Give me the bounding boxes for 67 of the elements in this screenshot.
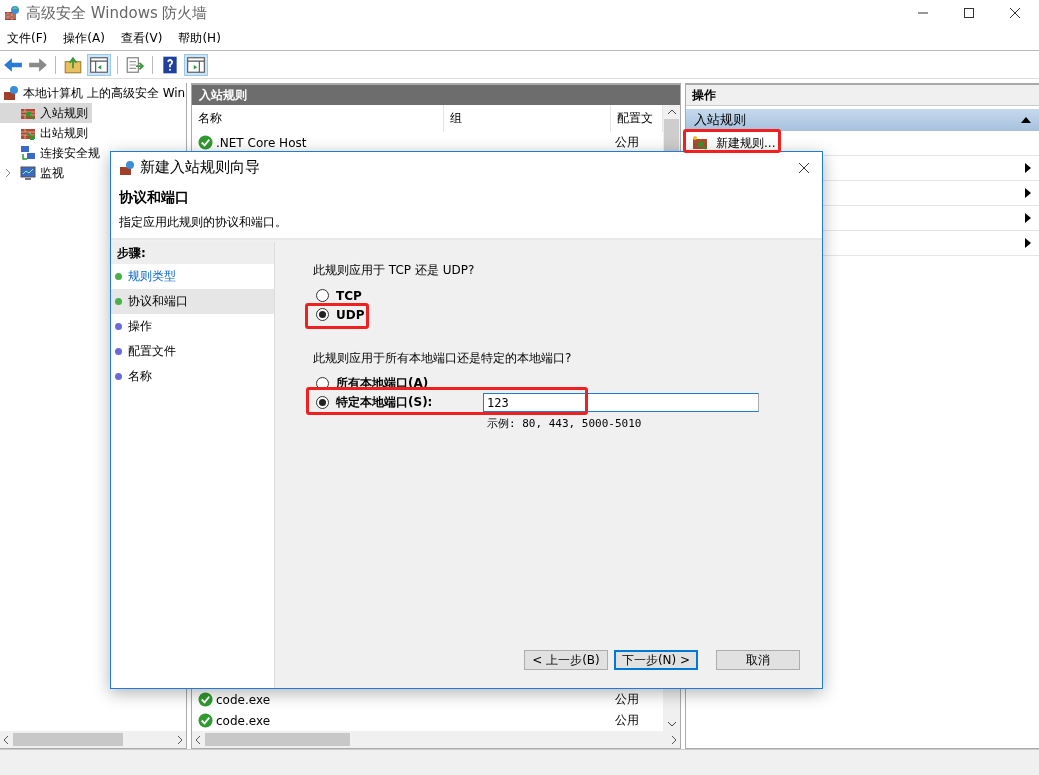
close-icon[interactable] — [798, 161, 810, 174]
radio-option[interactable]: TCP — [316, 286, 366, 305]
menu-item[interactable]: 文件(F) — [7, 29, 48, 47]
wizard-step: 配置文件 — [111, 339, 274, 364]
dialog-button[interactable]: 取消 — [716, 650, 800, 670]
table-cell: code.exe — [216, 713, 271, 728]
scroll-left-icon[interactable] — [195, 734, 201, 745]
scroll-right-icon[interactable] — [671, 734, 677, 745]
close-icon[interactable] — [1009, 7, 1021, 19]
pane-header: 操作 — [686, 85, 1039, 106]
window-title: 高级安全 Windows 防火墙 — [26, 3, 208, 23]
pane-toggle-icon[interactable] — [87, 53, 111, 76]
tree-item[interactable]: 本地计算机 上的高级安全 Win — [0, 83, 186, 103]
table-cell: code.exe — [216, 692, 271, 707]
dialog-heading: 协议和端口 — [119, 189, 190, 207]
export-list-icon[interactable] — [124, 54, 146, 75]
firewall-icon — [3, 85, 19, 101]
wizard-step: 操作 — [111, 314, 274, 339]
highlight-frame — [305, 303, 369, 329]
tree-item[interactable]: 入站规则 — [0, 103, 92, 123]
menu-item[interactable]: 查看(V) — [120, 29, 163, 47]
new-rule-icon — [692, 135, 708, 151]
scrollbar[interactable] — [192, 731, 680, 748]
tree-item[interactable]: 出站规则 — [0, 123, 88, 143]
wizard-step: 名称 — [111, 364, 274, 389]
maximize-icon[interactable] — [963, 7, 975, 19]
table-cell-text: 公用 — [614, 134, 640, 151]
table-cell-text: 公用 — [614, 712, 640, 729]
table-cell-text: 公用 — [614, 691, 640, 708]
port-input-field[interactable]: 123 — [483, 393, 759, 412]
expand-chevron-icon[interactable] — [4, 168, 12, 178]
radio-option[interactable]: 特定本地端口(S): — [316, 393, 483, 412]
column-header[interactable]: 组 — [444, 105, 611, 132]
action-group-header[interactable]: 入站规则 — [686, 109, 1039, 131]
table-cell: .NET Core Host — [216, 135, 307, 150]
scroll-up-icon[interactable] — [666, 109, 677, 115]
dialog-button[interactable]: < 上一步(B) — [524, 650, 608, 670]
radio-option[interactable]: UDP — [316, 305, 369, 324]
hint-text: 示例: 80, 443, 5000-5010 — [487, 416, 643, 431]
dialog-title: 新建入站规则向导 — [140, 158, 260, 177]
monitor-icon — [20, 165, 36, 181]
submenu-arrow-icon[interactable] — [1025, 238, 1031, 248]
firewall-icon — [119, 159, 135, 176]
scroll-down-icon[interactable] — [666, 721, 677, 727]
scroll-right-icon[interactable] — [177, 734, 183, 745]
wizard-step: 协议和端口 — [111, 289, 274, 314]
tree-item[interactable]: 监视 — [0, 163, 64, 183]
submenu-arrow-icon[interactable] — [1025, 188, 1031, 198]
collapse-arrow-icon[interactable] — [1021, 117, 1031, 123]
submenu-arrow-icon[interactable] — [1025, 163, 1031, 173]
submenu-arrow-icon[interactable] — [1025, 213, 1031, 223]
network-icon — [20, 145, 36, 161]
pane-toggle-icon[interactable] — [184, 53, 208, 76]
menu-item[interactable]: 操作(A) — [63, 29, 105, 47]
dialog-description: 指定应用此规则的协议和端口。 — [119, 214, 288, 231]
menu-item[interactable]: 帮助(H) — [178, 29, 221, 47]
question-text: 此规则应用于所有本地端口还是特定的本地端口? — [313, 350, 573, 367]
pane-header: 入站规则 — [192, 85, 680, 105]
scroll-left-icon[interactable] — [3, 734, 9, 745]
dialog-button[interactable]: 下一步(N) > — [614, 650, 698, 670]
steps-title: 步骤: — [111, 242, 274, 264]
question-text: 此规则应用于 TCP 还是 UDP? — [313, 262, 476, 279]
tree-item[interactable]: 连接安全规 — [0, 143, 100, 163]
scrollbar[interactable] — [0, 731, 186, 748]
firewall-icon — [4, 5, 20, 21]
wizard-step[interactable]: 规则类型 — [111, 264, 274, 289]
column-header[interactable]: 名称 — [192, 105, 444, 132]
